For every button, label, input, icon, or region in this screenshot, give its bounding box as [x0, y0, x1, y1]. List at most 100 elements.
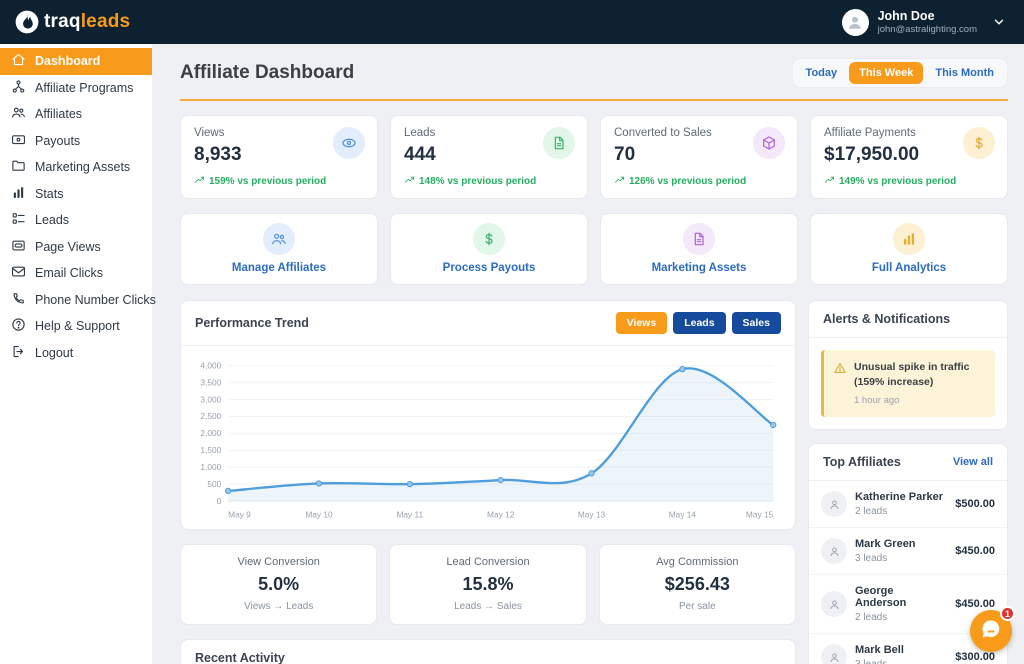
period-button-this-week[interactable]: This Week: [849, 62, 923, 84]
chat-widget-button[interactable]: 1: [970, 610, 1012, 652]
svg-text:500: 500: [207, 479, 221, 489]
affiliate-name: Mark Green: [855, 538, 916, 550]
alerts-title: Alerts & Notifications: [823, 312, 950, 326]
sidebar-item-page-views[interactable]: Page Views: [0, 234, 152, 261]
user-menu[interactable]: John Doe john@astralighting.com: [842, 9, 1006, 36]
performance-trend-card: Performance Trend ViewsLeads Sales 0 500 1,…: [180, 300, 796, 530]
sidebar-item-leads[interactable]: Leads: [0, 207, 152, 234]
sidebar-item-marketing-assets[interactable]: Marketing Assets: [0, 154, 152, 181]
brand-logo[interactable]: traqleads: [14, 9, 130, 35]
conversion-card-lead-conversion: Lead Conversion15.8%Leads → Sales: [389, 544, 586, 625]
svg-text:3,000: 3,000: [200, 394, 221, 404]
sidebar: Dashboard Affiliate Programs Affiliates Pay…: [0, 44, 152, 664]
stat-change: 159% vs previous period: [194, 174, 364, 188]
sidebar-item-email-clicks[interactable]: Email Clicks: [0, 260, 152, 287]
action-card-process-payouts[interactable]: Process Payouts: [390, 213, 588, 285]
sidebar-item-payouts[interactable]: Payouts: [0, 128, 152, 155]
svg-text:2,500: 2,500: [200, 411, 221, 421]
chevron-down-icon: [992, 15, 1006, 29]
sidebar-item-logout[interactable]: Logout: [0, 340, 152, 367]
action-card-full-analytics[interactable]: Full Analytics: [810, 213, 1008, 285]
stat-card-leads: Leads444148% vs previous period: [390, 115, 588, 199]
sidebar-item-label: Payouts: [35, 134, 80, 148]
conversion-value: 15.8%: [400, 574, 575, 595]
view-all-link[interactable]: View all: [953, 456, 993, 468]
stat-change: 148% vs previous period: [404, 174, 574, 188]
sidebar-item-phone-number-clicks[interactable]: Phone Number Clicks: [0, 287, 152, 314]
bar-chart-icon: [893, 223, 925, 255]
affiliate-leads: 3 leads: [855, 553, 916, 564]
person-icon: [821, 491, 847, 517]
sidebar-item-stats[interactable]: Stats: [0, 181, 152, 208]
flame-logo-icon: [14, 9, 40, 35]
bar-chart-icon: [11, 185, 26, 203]
period-button-today[interactable]: Today: [796, 62, 848, 84]
affiliate-name: Katherine Parker: [855, 491, 943, 503]
svg-text:May 10: May 10: [305, 510, 333, 520]
page-title: Affiliate Dashboard: [180, 62, 354, 84]
chart-toggle-views[interactable]: Views: [616, 312, 668, 334]
sidebar-item-affiliate-programs[interactable]: Affiliate Programs: [0, 75, 152, 102]
chart-toggle-leads[interactable]: Leads: [673, 312, 725, 334]
svg-text:3,500: 3,500: [200, 377, 221, 387]
sidebar-item-label: Affiliate Programs: [35, 81, 133, 95]
dollar-icon: [963, 127, 995, 159]
svg-text:May 14: May 14: [669, 510, 697, 520]
action-label: Process Payouts: [443, 262, 536, 274]
sidebar-item-label: Email Clicks: [35, 266, 103, 280]
help-icon: [11, 317, 26, 335]
brand-name: traqleads: [44, 11, 130, 33]
alerts-list: Unusual spike in traffic (159% increase)…: [809, 350, 1007, 417]
page-header: Affiliate Dashboard TodayThis WeekThis M…: [180, 58, 1008, 101]
conversion-value: 5.0%: [191, 574, 366, 595]
trend-up-icon: [194, 174, 205, 188]
chat-unread-badge: 1: [1000, 606, 1015, 621]
trend-up-icon: [404, 174, 415, 188]
conversion-label: Avg Commission: [610, 556, 785, 568]
affiliate-row-mark-green: Mark Green3 leads$450.00: [809, 528, 1007, 575]
main-content: Affiliate Dashboard TodayThis WeekThis M…: [152, 44, 1024, 664]
sidebar-item-help-support[interactable]: Help & Support: [0, 313, 152, 340]
conversion-value: $256.43: [610, 574, 785, 595]
affiliate-amount: $500.00: [955, 498, 995, 510]
stats-row: Views8,933159% vs previous periodLeads44…: [180, 115, 1008, 199]
sidebar-item-label: Stats: [35, 187, 64, 201]
trend-up-icon: [824, 174, 835, 188]
action-card-manage-affiliates[interactable]: Manage Affiliates: [180, 213, 378, 285]
stat-card-affiliate-payments: Affiliate Payments$17,950.00149% vs prev…: [810, 115, 1008, 199]
chat-bubble-icon: [979, 617, 1003, 646]
users-icon: [11, 105, 26, 123]
svg-text:2,000: 2,000: [200, 428, 221, 438]
sidebar-item-dashboard[interactable]: Dashboard: [0, 48, 152, 75]
chart-toggle-sales[interactable]: Sales: [732, 312, 781, 334]
action-label: Full Analytics: [872, 262, 946, 274]
stat-change: 149% vs previous period: [824, 174, 994, 188]
sidebar-item-affiliates[interactable]: Affiliates: [0, 101, 152, 128]
stat-change: 126% vs previous period: [614, 174, 784, 188]
action-card-marketing-assets[interactable]: Marketing Assets: [600, 213, 798, 285]
svg-text:May 13: May 13: [578, 510, 606, 520]
svg-text:0: 0: [217, 496, 222, 506]
folder-icon: [11, 158, 26, 176]
conversion-card-view-conversion: View Conversion5.0%Views → Leads: [180, 544, 377, 625]
warning-icon: [833, 360, 847, 408]
svg-text:1,000: 1,000: [200, 462, 221, 472]
sidebar-item-label: Leads: [35, 213, 69, 227]
mail-icon: [11, 264, 26, 282]
card-icon: [11, 132, 26, 150]
period-button-this-month[interactable]: This Month: [925, 62, 1004, 84]
dollar-icon: [473, 223, 505, 255]
eye-icon: [333, 127, 365, 159]
chart-title: Performance Trend: [195, 316, 309, 330]
performance-trend-chart: 05001,0001,5002,0002,5003,0003,5004,000M…: [181, 346, 795, 529]
alert-text: Unusual spike in traffic (159% increase)…: [854, 360, 985, 408]
alerts-card: Alerts & Notifications Unusual spike in …: [808, 300, 1008, 430]
phone-icon: [11, 291, 26, 309]
file-icon: [683, 223, 715, 255]
svg-text:May 11: May 11: [396, 510, 423, 520]
org-icon: [11, 79, 26, 97]
conversion-row: View Conversion5.0%Views → LeadsLead Con…: [180, 544, 796, 625]
logout-icon: [11, 344, 26, 362]
trend-line-svg: 05001,0001,5002,0002,5003,0003,5004,000M…: [185, 354, 785, 527]
person-icon: [821, 591, 847, 617]
